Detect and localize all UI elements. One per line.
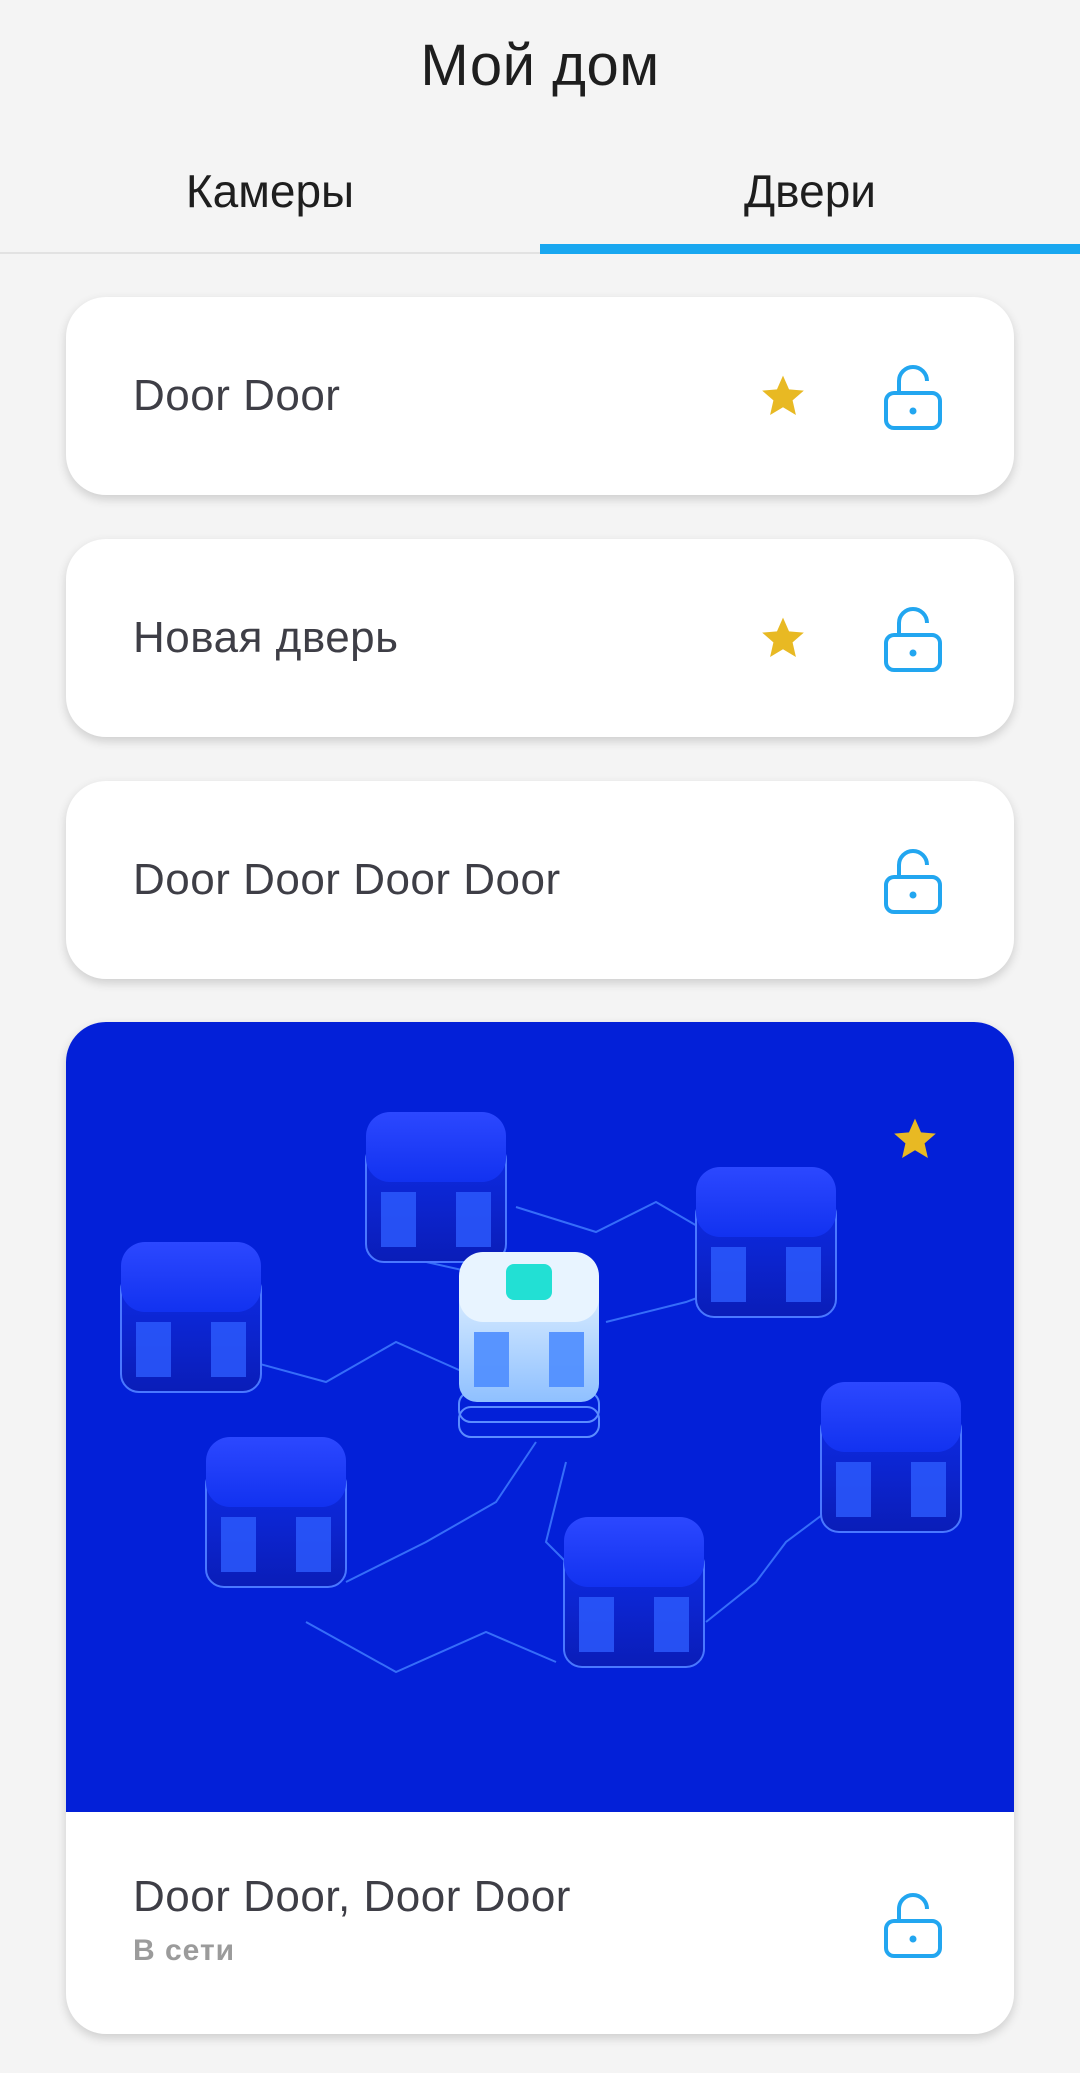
server-cube [120,1242,262,1393]
page-title: Мой дом [420,32,660,98]
star-icon[interactable] [758,371,808,421]
server-cube [820,1382,962,1533]
door-name: Door Door Door Door [133,855,561,904]
door-preview-image [66,1022,1014,1812]
unlocked-padlock-icon[interactable] [882,843,944,915]
server-cube [205,1437,347,1588]
app-header: Мой дом [0,0,1080,130]
server-cube [563,1517,705,1668]
unlocked-padlock-icon[interactable] [882,601,944,673]
door-name: Door Door [133,371,341,420]
door-card[interactable]: Door Door Door Door [66,781,1014,979]
unlocked-padlock-icon[interactable] [882,359,944,431]
door-name: Door Door, Door Door [133,1872,571,1921]
server-cube [365,1112,507,1263]
featured-door-info: Door Door, Door Door В сети [66,1812,1014,2034]
tab-doors[interactable]: Двери [540,130,1080,254]
door-name: Новая дверь [133,613,399,662]
featured-door-card[interactable]: Door Door, Door Door В сети [66,1022,1014,2034]
star-icon[interactable] [890,1114,940,1164]
network-illustration [120,1112,962,1674]
tab-bar: Камеры Двери [0,130,1080,254]
door-status: В сети [133,1934,236,1967]
door-card[interactable]: Door Door [66,297,1014,495]
star-icon[interactable] [758,613,808,663]
server-cube [695,1167,837,1318]
door-card[interactable]: Новая дверь [66,539,1014,737]
tab-cameras[interactable]: Камеры [0,130,540,252]
unlocked-padlock-icon[interactable] [882,1887,944,1959]
central-hub-cube [458,1252,600,1438]
